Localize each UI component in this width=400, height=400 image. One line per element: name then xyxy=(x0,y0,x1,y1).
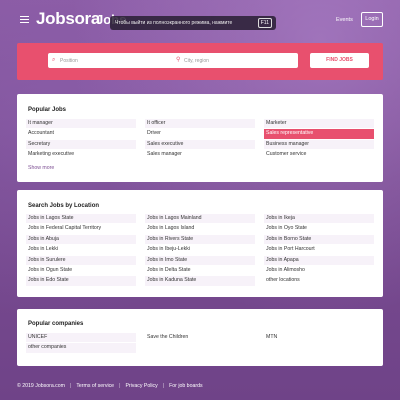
list-row: Marketing executive Sales manager Custom… xyxy=(26,150,376,161)
company-link[interactable]: UNICEF xyxy=(26,333,136,344)
other-companies-link[interactable]: other companies xyxy=(26,343,136,354)
popular-jobs-title: Popular Jobs xyxy=(28,107,67,113)
list-row: Jobs in Federal Capital Territory Jobs i… xyxy=(26,224,376,235)
login-button[interactable]: Login xyxy=(361,12,383,27)
logo[interactable]: Jobsora xyxy=(36,9,100,29)
menu-icon[interactable] xyxy=(20,16,29,23)
terms-link[interactable]: Terms of service xyxy=(76,383,114,389)
location-grid: Jobs in Lagos State Jobs in Lagos Mainla… xyxy=(26,214,376,287)
location-link[interactable]: Jobs in Apapa xyxy=(264,255,374,266)
job-link[interactable]: Marketing executive xyxy=(26,150,136,161)
other-locations-link[interactable]: other locations xyxy=(264,276,374,287)
copyright-text: © 2019 Jobsora.com xyxy=(17,383,65,389)
location-link[interactable]: Jobs in Edo State xyxy=(26,276,136,287)
location-link[interactable]: Jobs in Rivers State xyxy=(145,234,255,246)
list-row: Jobs in Ogun State Jobs in Delta State J… xyxy=(26,265,376,277)
popular-companies-title: Popular companies xyxy=(28,321,84,327)
fullscreen-notice-text: Чтобы выйти из полноэкранного режима, на… xyxy=(115,20,233,26)
job-link-highlighted[interactable]: Sales representative xyxy=(264,129,374,140)
popular-jobs-grid: It manager It officer Marketer Accountan… xyxy=(26,119,376,161)
find-jobs-button[interactable]: FIND JOBS xyxy=(310,53,369,68)
list-row: Jobs in Abuja Jobs in Rivers State Jobs … xyxy=(26,234,376,246)
footer: © 2019 Jobsora.com | Terms of service | … xyxy=(17,381,203,391)
location-link[interactable]: Jobs in Ogun State xyxy=(26,265,136,277)
location-link[interactable]: Jobs in Lagos Island xyxy=(145,224,255,235)
list-row: Accountant Driver Sales representative xyxy=(26,129,376,140)
job-link[interactable]: Sales executive xyxy=(145,139,255,151)
list-row: It manager It officer Marketer xyxy=(26,119,376,130)
job-link[interactable]: Sales manager xyxy=(145,150,255,161)
footer-separator: | xyxy=(69,383,72,389)
header: Jobsora Jobs Чтобы выйти из полноэкранно… xyxy=(0,0,400,40)
jobs-by-location-title: Search Jobs by Location xyxy=(28,203,100,209)
location-link[interactable]: Jobs in Lagos State xyxy=(26,214,136,225)
job-boards-link[interactable]: For job boards xyxy=(169,383,202,389)
footer-separator: | xyxy=(162,383,165,389)
company-link[interactable]: Save the Children xyxy=(145,333,255,344)
privacy-link[interactable]: Privacy Policy xyxy=(125,383,157,389)
job-link[interactable]: Business manager xyxy=(264,139,374,151)
search-bar: ⌕ ⚲ FIND JOBS xyxy=(17,43,383,80)
jobs-by-location-panel: Search Jobs by Location Jobs in Lagos St… xyxy=(17,190,383,297)
job-link[interactable]: It officer xyxy=(145,119,255,130)
city-input[interactable] xyxy=(184,53,298,68)
job-link[interactable]: Marketer xyxy=(264,119,374,130)
location-pin-icon: ⚲ xyxy=(176,57,181,63)
search-icon: ⌕ xyxy=(52,57,56,63)
location-link[interactable]: Jobs in Federal Capital Territory xyxy=(26,224,136,235)
fullscreen-notice: Чтобы выйти из полноэкранного режима, на… xyxy=(110,16,276,30)
job-link[interactable]: Accountant xyxy=(26,129,136,140)
popular-companies-panel: Popular companies UNICEF Save the Childr… xyxy=(17,309,383,366)
show-more-link[interactable]: Show more xyxy=(28,165,54,171)
company-link[interactable]: MTN xyxy=(264,333,374,344)
location-link[interactable]: Jobs in Ibeju-Lekki xyxy=(145,245,255,256)
list-row: other companies xyxy=(26,343,376,354)
location-link[interactable]: Jobs in Alimosho xyxy=(264,265,374,277)
location-link[interactable]: Jobs in Borno State xyxy=(264,234,374,246)
location-link[interactable]: Jobs in Ikeja xyxy=(264,214,374,225)
list-row: Jobs in Lekki Jobs in Ibeju-Lekki Jobs i… xyxy=(26,245,376,256)
city-field[interactable]: ⚲ xyxy=(172,53,298,68)
location-link[interactable]: Jobs in Kaduna State xyxy=(145,276,255,287)
list-row: UNICEF Save the Children MTN xyxy=(26,333,376,344)
list-row: Jobs in Lagos State Jobs in Lagos Mainla… xyxy=(26,214,376,225)
position-field[interactable]: ⌕ xyxy=(48,53,179,68)
fullscreen-key: F11 xyxy=(257,18,272,28)
events-link[interactable]: Events xyxy=(336,17,353,23)
empty-cell xyxy=(145,343,255,354)
list-row: Secretary Sales executive Business manag… xyxy=(26,139,376,151)
companies-grid: UNICEF Save the Children MTN other compa… xyxy=(26,333,376,354)
job-link[interactable]: Secretary xyxy=(26,139,136,151)
job-link[interactable]: Driver xyxy=(145,129,255,140)
footer-separator: | xyxy=(119,383,121,389)
position-input[interactable] xyxy=(60,53,179,68)
location-link[interactable]: Jobs in Lagos Mainland xyxy=(145,214,255,225)
location-link[interactable]: Jobs in Abuja xyxy=(26,234,136,246)
location-link[interactable]: Jobs in Port Harcourt xyxy=(264,245,374,256)
list-row: Jobs in Surulere Jobs in Imo State Jobs … xyxy=(26,255,376,266)
location-link[interactable]: Jobs in Surulere xyxy=(26,255,136,266)
empty-cell xyxy=(264,343,374,354)
location-link[interactable]: Jobs in Delta State xyxy=(145,265,255,277)
location-link[interactable]: Jobs in Imo State xyxy=(145,255,255,266)
location-link[interactable]: Jobs in Lekki xyxy=(26,245,136,256)
location-link[interactable]: Jobs in Oyo State xyxy=(264,224,374,235)
list-row: Jobs in Edo State Jobs in Kaduna State o… xyxy=(26,276,376,287)
job-link[interactable]: Customer service xyxy=(264,150,374,161)
job-link[interactable]: It manager xyxy=(26,119,136,130)
popular-jobs-panel: Popular Jobs It manager It officer Marke… xyxy=(17,94,383,182)
